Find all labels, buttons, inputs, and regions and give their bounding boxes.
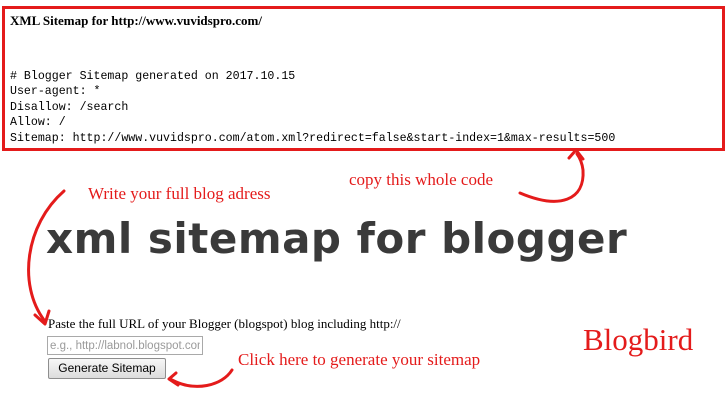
curved-arrow-icon: [518, 148, 585, 203]
curved-arrow-icon: [167, 368, 234, 388]
curved-arrow-icon: [27, 189, 66, 326]
annotation-arrows: [27, 148, 585, 388]
